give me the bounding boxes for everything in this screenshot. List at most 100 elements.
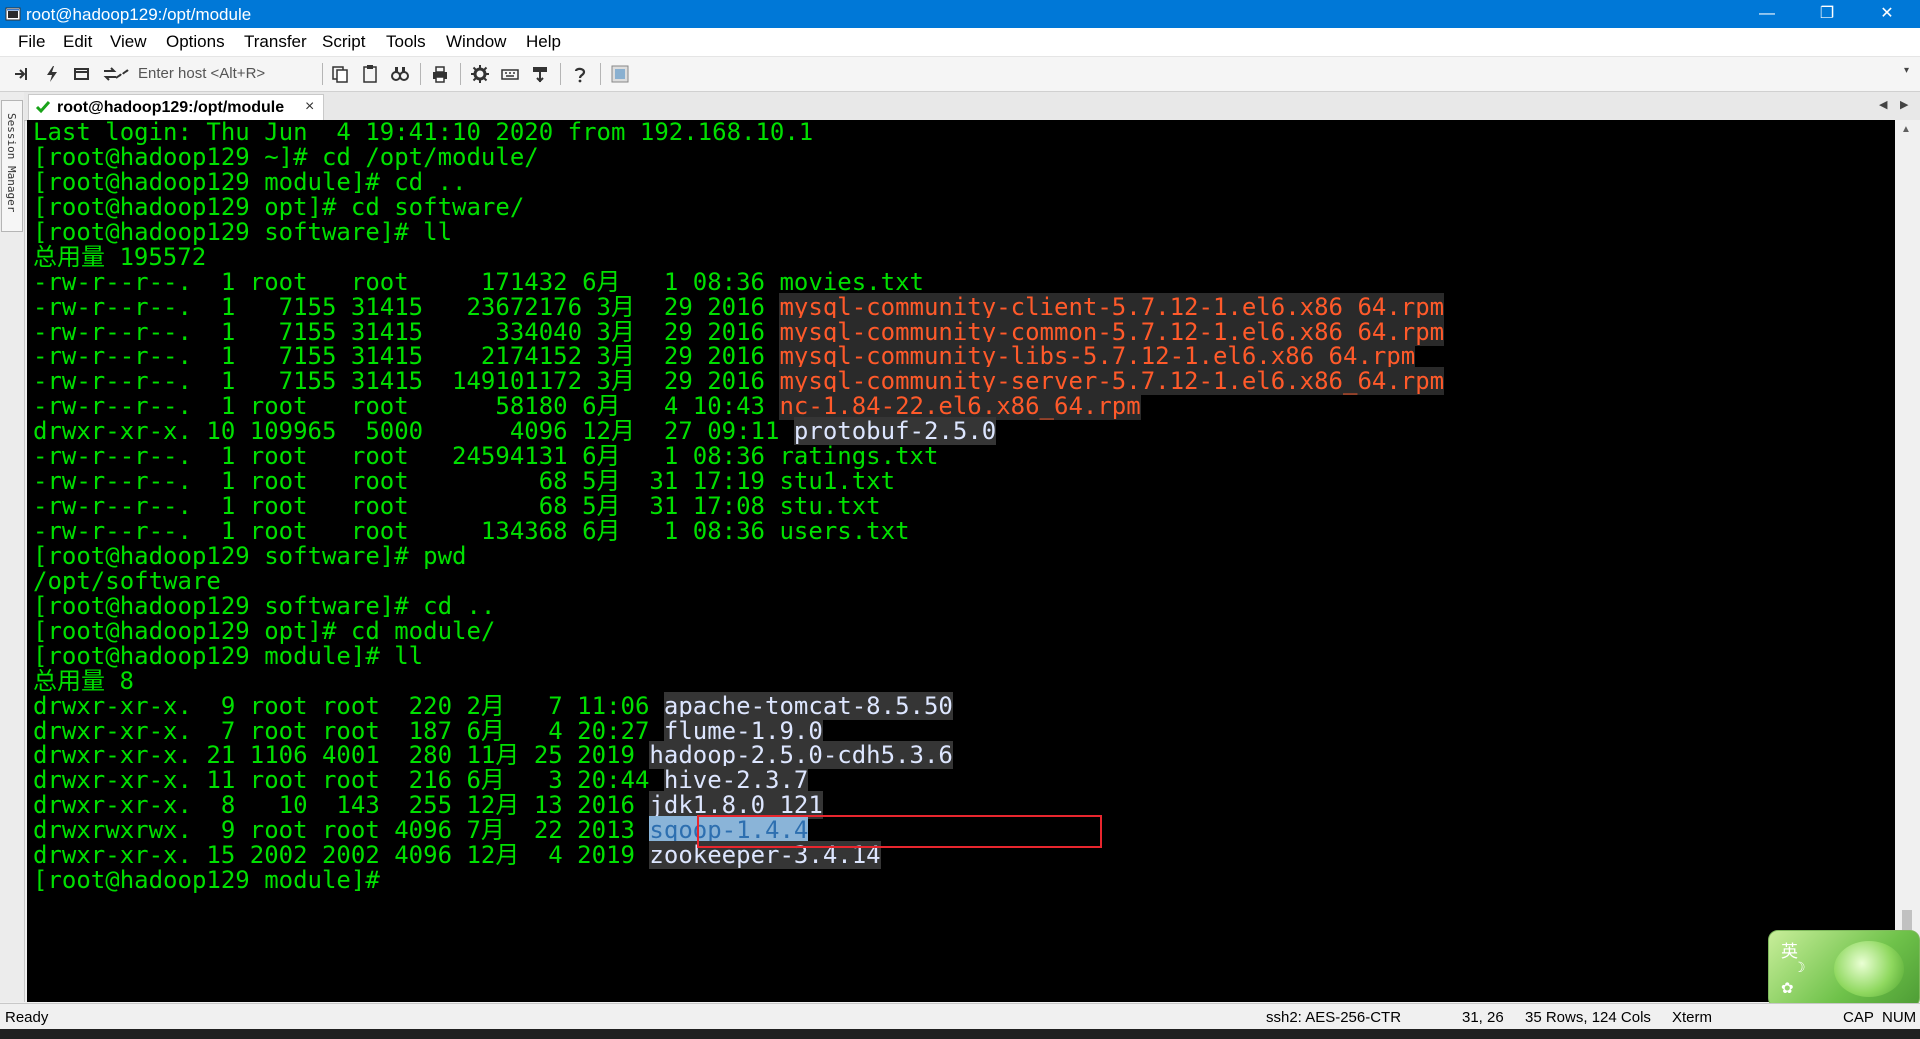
terminal-line: [root@hadoop129 module]# bbox=[33, 868, 1444, 893]
keymap-icon[interactable] bbox=[500, 64, 520, 84]
terminal-text-segment: movies.txt bbox=[779, 267, 924, 296]
terminal-filename: hadoop-2.5.0-cdh5.3.6 bbox=[649, 741, 953, 770]
session-manager-strip: Session Manager bbox=[0, 92, 25, 1002]
terminal-text-segment: /opt/software bbox=[33, 566, 221, 595]
terminal-line: drwxr-xr-x. 10 109965 5000 4096 12月 27 0… bbox=[33, 417, 1444, 446]
tab-scroll-right-icon[interactable]: ▶ bbox=[1900, 98, 1908, 111]
settings-gear-icon[interactable] bbox=[470, 64, 490, 84]
toolbar-separator bbox=[560, 63, 561, 85]
title-bar: root@hadoop129:/opt/module — ❐ ✕ bbox=[0, 0, 1920, 28]
terminal-text-segment: [root@hadoop129 ~]# cd /opt/module/ bbox=[33, 142, 539, 171]
menu-window[interactable]: Window bbox=[446, 32, 506, 52]
terminal-filename: mysql-community-client-5.7.12-1.el6.x86_… bbox=[779, 292, 1445, 321]
terminal-text-segment: ratings.txt bbox=[779, 442, 939, 471]
sftp-icon[interactable] bbox=[530, 64, 550, 84]
terminal-text-segment: drwxr-xr-x. 9 root root 220 2月 7 11:06 bbox=[33, 691, 664, 720]
menu-script[interactable]: Script bbox=[322, 32, 365, 52]
status-terminal-size: 35 Rows, 124 Cols bbox=[1525, 1009, 1651, 1026]
toolbar-separator bbox=[420, 63, 421, 85]
toolbar-chevron-down-icon[interactable]: ▾ bbox=[1904, 65, 1909, 76]
find-icon[interactable] bbox=[390, 64, 410, 84]
terminal-text-segment: -rw-r--r--. 1 7155 31415 2174152 3月 29 2… bbox=[33, 342, 780, 371]
terminal-scrollbar[interactable]: ▲ ▼ bbox=[1895, 120, 1920, 1002]
menu-edit[interactable]: Edit bbox=[63, 32, 92, 52]
screenshot-icon[interactable] bbox=[610, 64, 630, 84]
status-ready: Ready bbox=[5, 1009, 49, 1026]
quick-connect-icon[interactable] bbox=[42, 64, 62, 84]
paste-icon[interactable] bbox=[360, 64, 380, 84]
connect-in-tab-icon[interactable] bbox=[72, 64, 92, 84]
terminal-text-segment: [root@hadoop129 opt]# cd software/ bbox=[33, 192, 525, 221]
terminal-line: drwxr-xr-x. 9 root root 220 2月 7 11:06 a… bbox=[33, 691, 1444, 720]
terminal-text-segment: -rw-r--r--. 1 7155 31415 23672176 3月 29 … bbox=[33, 292, 780, 321]
disconnect-icon[interactable] bbox=[112, 64, 132, 84]
menu-transfer[interactable]: Transfer bbox=[244, 32, 307, 52]
ime-moon-icon[interactable]: ☽ bbox=[1793, 959, 1806, 976]
terminal-text-segment: 总用量 195572 bbox=[33, 242, 207, 271]
terminal-line: /opt/software bbox=[33, 566, 1444, 595]
terminal-line: [root@hadoop129 opt]# cd software/ bbox=[33, 192, 1444, 221]
status-cipher: ssh2: AES-256-CTR bbox=[1266, 1009, 1402, 1026]
terminal-line: 总用量 8 bbox=[33, 666, 1444, 695]
terminal-line: -rw-r--r--. 1 root root 134368 6月 1 08:3… bbox=[33, 519, 1444, 544]
print-icon[interactable] bbox=[430, 64, 450, 84]
minimize-button[interactable]: — bbox=[1737, 0, 1797, 28]
menu-file[interactable]: File bbox=[18, 32, 45, 52]
close-window-button[interactable]: ✕ bbox=[1857, 0, 1917, 28]
terminal-text-segment: drwxr-xr-x. 15 2002 2002 4096 12月 4 2019 bbox=[33, 841, 650, 870]
terminal-text-segment: 总用量 8 bbox=[33, 666, 134, 695]
terminal-line: [root@hadoop129 software]# cd .. bbox=[33, 593, 1444, 619]
status-num-lock: NUM bbox=[1882, 1009, 1917, 1026]
ime-widget[interactable]: 英 ☽ ✿ bbox=[1768, 930, 1920, 1008]
menu-help[interactable]: Help bbox=[526, 32, 561, 52]
terminal-line: -rw-r--r--. 1 7155 31415 23672176 3月 29 … bbox=[33, 292, 1445, 321]
terminal-text-segment: [root@hadoop129 software]# pwd bbox=[33, 541, 467, 570]
ime-settings-icon[interactable]: ✿ bbox=[1781, 979, 1794, 997]
host-input[interactable]: Enter host <Alt+R> bbox=[138, 65, 265, 82]
terminal-line: -rw-r--r--. 1 root root 58180 6月 4 10:43… bbox=[33, 392, 1444, 421]
copy-icon[interactable] bbox=[330, 64, 350, 84]
status-cursor-position: 31, 26 bbox=[1462, 1009, 1504, 1026]
menu-options[interactable]: Options bbox=[166, 32, 225, 52]
terminal-line: -rw-r--r--. 1 7155 31415 149101172 3月 29… bbox=[33, 367, 1445, 396]
help-icon[interactable] bbox=[570, 64, 590, 84]
ime-leaf-graphic bbox=[1834, 941, 1904, 997]
terminal-output[interactable]: Last login: Thu Jun 4 19:41:10 2020 from… bbox=[27, 120, 1895, 1002]
connect-icon[interactable] bbox=[12, 64, 32, 84]
terminal-text-segment: -rw-r--r--. 1 root root 68 5月 31 17:08 bbox=[33, 492, 780, 521]
connected-check-icon bbox=[35, 101, 51, 114]
terminal-text-segment: drwxrwxrwx. 9 root root 4096 7月 22 2013 bbox=[33, 816, 650, 845]
terminal-text-segment: [root@hadoop129 opt]# cd module/ bbox=[33, 616, 496, 645]
terminal-text-segment: stu1.txt bbox=[779, 467, 896, 496]
session-manager-tab[interactable]: Session Manager bbox=[1, 100, 23, 232]
terminal-line: -rw-r--r--. 1 7155 31415 334040 3月 29 20… bbox=[33, 317, 1445, 346]
terminal-line: [root@hadoop129 module]# cd .. bbox=[33, 167, 1444, 196]
scroll-up-icon[interactable]: ▲ bbox=[1901, 124, 1911, 135]
terminal-line: -rw-r--r--. 1 root root 68 5月 31 17:19 s… bbox=[33, 469, 1444, 494]
terminal-text-segment: [root@hadoop129 module]# cd .. bbox=[33, 167, 467, 196]
toolbar-separator bbox=[600, 63, 601, 85]
status-caps-lock: CAP bbox=[1843, 1009, 1874, 1026]
terminal-text-segment: -rw-r--r--. 1 root root 171432 6月 1 08:3… bbox=[33, 267, 780, 296]
terminal-filename: protobuf-2.5.0 bbox=[793, 417, 997, 446]
terminal-text-segment: -rw-r--r--. 1 root root 24594131 6月 1 08… bbox=[33, 442, 780, 471]
menu-tools[interactable]: Tools bbox=[386, 32, 426, 52]
terminal-text-segment: -rw-r--r--. 1 7155 31415 334040 3月 29 20… bbox=[33, 317, 780, 346]
terminal-line: [root@hadoop129 software]# ll bbox=[33, 219, 1444, 245]
menu-view[interactable]: View bbox=[110, 32, 147, 52]
status-terminal-type: Xterm bbox=[1672, 1009, 1713, 1026]
terminal-line: -rw-r--r--. 1 root root 171432 6月 1 08:3… bbox=[33, 267, 1444, 296]
tab-strip: root@hadoop129:/opt/module × ◀ ▶ bbox=[24, 92, 1920, 121]
terminal-text-segment: stu.txt bbox=[779, 492, 881, 521]
maximize-button[interactable]: ❐ bbox=[1797, 0, 1857, 28]
tab-label: root@hadoop129:/opt/module bbox=[57, 99, 285, 116]
tab-scroll-left-icon[interactable]: ◀ bbox=[1879, 98, 1887, 111]
terminal-line: [root@hadoop129 ~]# cd /opt/module/ bbox=[33, 142, 1444, 171]
tab-session[interactable]: root@hadoop129:/opt/module × bbox=[28, 94, 324, 121]
tab-close-icon[interactable]: × bbox=[305, 98, 314, 116]
toolbar-separator bbox=[460, 63, 461, 85]
scroll-thumb[interactable] bbox=[1902, 910, 1912, 930]
terminal-line: Last login: Thu Jun 4 19:41:10 2020 from… bbox=[33, 120, 1444, 145]
terminal-filename: flume-1.9.0 bbox=[663, 716, 823, 745]
window-title: root@hadoop129:/opt/module bbox=[26, 5, 252, 24]
